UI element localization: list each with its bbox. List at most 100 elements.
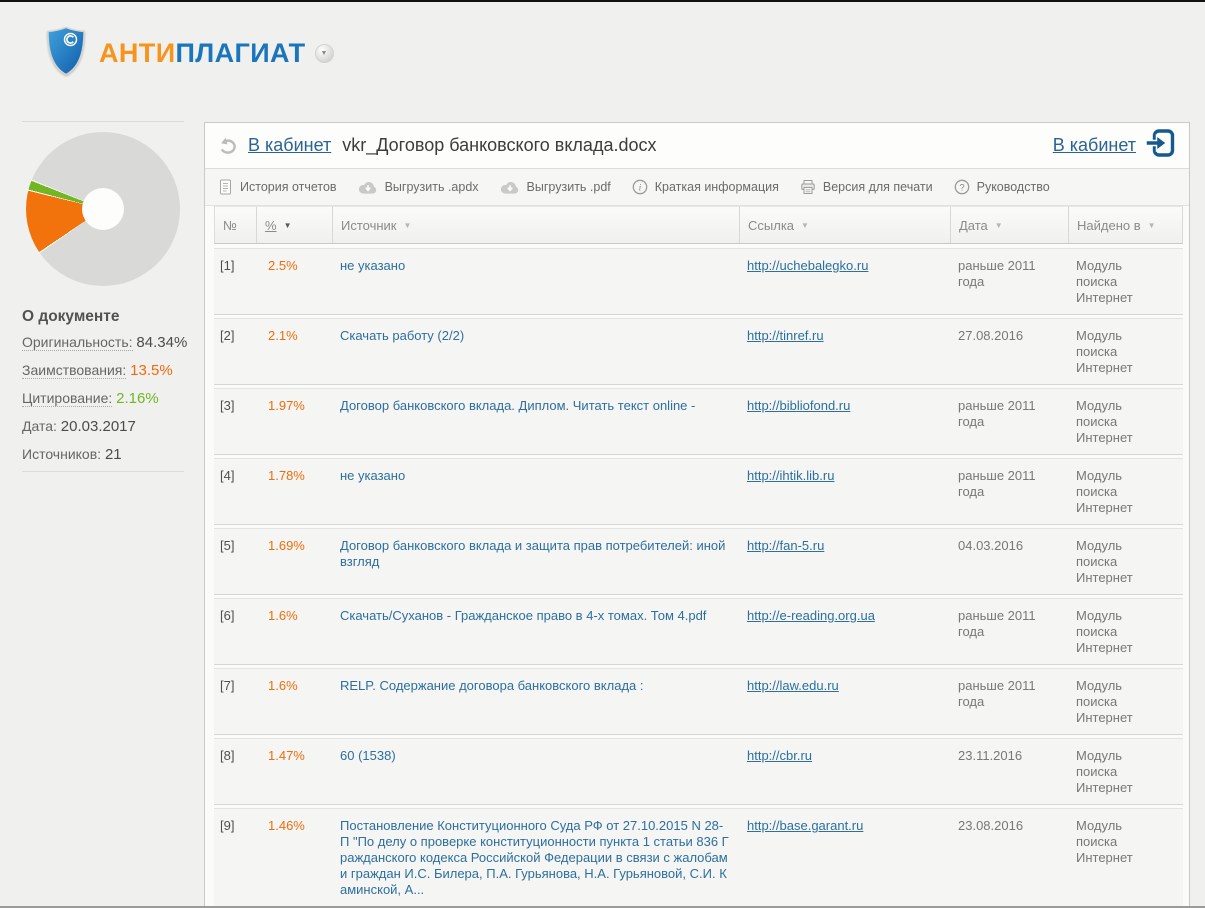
row-number: [6] bbox=[214, 599, 256, 664]
originality-donut-chart bbox=[26, 132, 180, 286]
row-percent: 2.1% bbox=[256, 319, 332, 384]
row-source-link[interactable]: http://ihtik.lib.ru bbox=[747, 468, 834, 483]
row-source-link[interactable]: http://fan-5.ru bbox=[747, 538, 824, 553]
table-row: [7]1.6%RELP. Содержание договора банковс… bbox=[214, 668, 1183, 735]
toolbar-item-print-version[interactable]: Версия для печати bbox=[800, 179, 933, 195]
stat-sources: Источников: 21 bbox=[22, 446, 187, 463]
row-date: раньше 2011 года bbox=[950, 249, 1068, 314]
back-arrow-icon[interactable] bbox=[217, 136, 239, 156]
row-number: [9] bbox=[214, 809, 256, 906]
row-source[interactable]: 60 (1538) bbox=[332, 739, 739, 804]
toolbar-item-label: Выгрузить .pdf bbox=[527, 180, 611, 194]
row-link-cell: http://cbr.ru bbox=[739, 739, 950, 804]
table-row: [4]1.78%не указаноhttp://ihtik.lib.ruран… bbox=[214, 458, 1183, 525]
sort-arrow-icon[interactable]: ▼ bbox=[404, 221, 412, 230]
brand-wordmark: АНТИПЛАГИАТ bbox=[99, 38, 306, 69]
table-body: [1]2.5%не указаноhttp://uchebalegko.ruра… bbox=[214, 248, 1183, 907]
column-label: Ссылка bbox=[748, 218, 794, 233]
sort-arrow-icon[interactable]: ▼ bbox=[1148, 221, 1156, 230]
row-source[interactable]: Договор банковского вклада. Диплом. Чита… bbox=[332, 389, 739, 454]
sidebar-divider-bottom bbox=[22, 471, 184, 472]
column-label: Источник bbox=[341, 218, 397, 233]
stat-date: Дата: 20.03.2017 bbox=[22, 418, 187, 435]
exit-to-cabinet-icon[interactable] bbox=[1144, 129, 1175, 162]
sort-arrow-icon[interactable]: ▼ bbox=[995, 221, 1003, 230]
row-source-link[interactable]: http://cbr.ru bbox=[747, 748, 812, 763]
stat-value: 2.16% bbox=[116, 390, 159, 407]
printer-icon bbox=[800, 179, 816, 195]
row-date: 27.08.2016 bbox=[950, 319, 1068, 384]
help-icon: ? bbox=[954, 179, 970, 195]
row-source[interactable]: Договор банковского вклада и защита прав… bbox=[332, 529, 739, 594]
cloud-download-icon bbox=[500, 180, 520, 195]
row-number: [1] bbox=[214, 249, 256, 314]
row-source[interactable]: RELP. Содержание договора банковского вк… bbox=[332, 669, 739, 734]
column-header-num: № bbox=[215, 207, 257, 243]
toolbar-item-label: Выгрузить .apdx bbox=[385, 180, 479, 194]
stat-label: Источников: bbox=[22, 446, 101, 462]
window-top-border bbox=[0, 0, 1205, 2]
row-found-in: Модуль поиска Интернет bbox=[1068, 249, 1183, 314]
back-to-cabinet-link[interactable]: В кабинет bbox=[248, 135, 331, 156]
row-source[interactable]: Скачать работу (2/2) bbox=[332, 319, 739, 384]
stat-borrowings: Заимствования: 13.5% bbox=[22, 362, 187, 379]
panel-header: В кабинет vkr_Договор банковского вклада… bbox=[205, 123, 1189, 169]
document-title: vkr_Договор банковского вклада.docx bbox=[342, 135, 656, 156]
toolbar-item-brief-info[interactable]: iКраткая информация bbox=[632, 179, 779, 195]
stat-label[interactable]: Заимствования: bbox=[22, 362, 126, 379]
table-row: [9]1.46%Постановление Конституционного С… bbox=[214, 808, 1183, 907]
stat-label: Дата: bbox=[22, 418, 57, 434]
row-percent: 1.46% bbox=[256, 809, 332, 906]
toolbar-item-guide[interactable]: ? Руководство bbox=[954, 179, 1050, 195]
toolbar-item-download-apdx[interactable]: Выгрузить .apdx bbox=[358, 180, 479, 195]
toolbar-item-report-history[interactable]: История отчетов bbox=[218, 179, 337, 195]
row-number: [7] bbox=[214, 669, 256, 734]
column-header-percent[interactable]: %▼ bbox=[257, 207, 333, 243]
row-link-cell: http://law.edu.ru bbox=[739, 669, 950, 734]
column-label: Найдено в bbox=[1077, 218, 1141, 233]
column-header-found_in[interactable]: Найдено в ▼ bbox=[1069, 207, 1183, 243]
svg-text:?: ? bbox=[959, 182, 964, 193]
row-number: [2] bbox=[214, 319, 256, 384]
row-source-link[interactable]: http://e-reading.org.ua bbox=[747, 608, 875, 623]
toolbar-item-download-pdf[interactable]: Выгрузить .pdf bbox=[500, 180, 611, 195]
logo-dropdown-button[interactable]: ▼ bbox=[315, 44, 334, 63]
row-found-in: Модуль поиска Интернет bbox=[1068, 459, 1183, 524]
stat-value: 13.5% bbox=[130, 362, 173, 379]
row-found-in: Модуль поиска Интернет bbox=[1068, 389, 1183, 454]
go-to-cabinet-link[interactable]: В кабинет bbox=[1053, 135, 1136, 156]
sort-arrow-icon[interactable]: ▼ bbox=[284, 221, 292, 230]
row-found-in: Модуль поиска Интернет bbox=[1068, 529, 1183, 594]
row-source-link[interactable]: http://uchebalegko.ru bbox=[747, 258, 868, 273]
row-source-link[interactable]: http://base.garant.ru bbox=[747, 818, 863, 833]
row-number: [3] bbox=[214, 389, 256, 454]
sidebar-divider-top bbox=[22, 121, 184, 122]
row-link-cell: http://uchebalegko.ru bbox=[739, 249, 950, 314]
stat-label[interactable]: Оригинальность: bbox=[22, 334, 133, 351]
sort-arrow-icon[interactable]: ▼ bbox=[801, 221, 809, 230]
row-source[interactable]: Постановление Конституционного Суда РФ о… bbox=[332, 809, 739, 906]
row-found-in: Модуль поиска Интернет bbox=[1068, 809, 1183, 906]
cloud-download-icon bbox=[358, 180, 378, 195]
column-header-source[interactable]: Источник ▼ bbox=[333, 207, 740, 243]
row-percent: 1.69% bbox=[256, 529, 332, 594]
row-source-link[interactable]: http://law.edu.ru bbox=[747, 678, 839, 693]
row-source-link[interactable]: http://bibliofond.ru bbox=[747, 398, 850, 413]
column-header-link[interactable]: Ссылка ▼ bbox=[740, 207, 951, 243]
row-link-cell: http://base.garant.ru bbox=[739, 809, 950, 906]
row-source[interactable]: не указано bbox=[332, 249, 739, 314]
row-date: 23.08.2016 bbox=[950, 809, 1068, 906]
row-source-link[interactable]: http://tinref.ru bbox=[747, 328, 824, 343]
row-source[interactable]: не указано bbox=[332, 459, 739, 524]
row-percent: 1.6% bbox=[256, 669, 332, 734]
row-link-cell: http://e-reading.org.ua bbox=[739, 599, 950, 664]
toolbar-item-label: Руководство bbox=[977, 180, 1050, 194]
row-percent: 1.78% bbox=[256, 459, 332, 524]
column-header-date[interactable]: Дата▼ bbox=[951, 207, 1069, 243]
stat-label[interactable]: Цитирование: bbox=[22, 390, 112, 407]
row-date: 04.03.2016 bbox=[950, 529, 1068, 594]
row-link-cell: http://fan-5.ru bbox=[739, 529, 950, 594]
row-source[interactable]: Скачать/Суханов - Гражданское право в 4-… bbox=[332, 599, 739, 664]
table-row: [3]1.97%Договор банковского вклада. Дипл… bbox=[214, 388, 1183, 455]
row-percent: 1.97% bbox=[256, 389, 332, 454]
